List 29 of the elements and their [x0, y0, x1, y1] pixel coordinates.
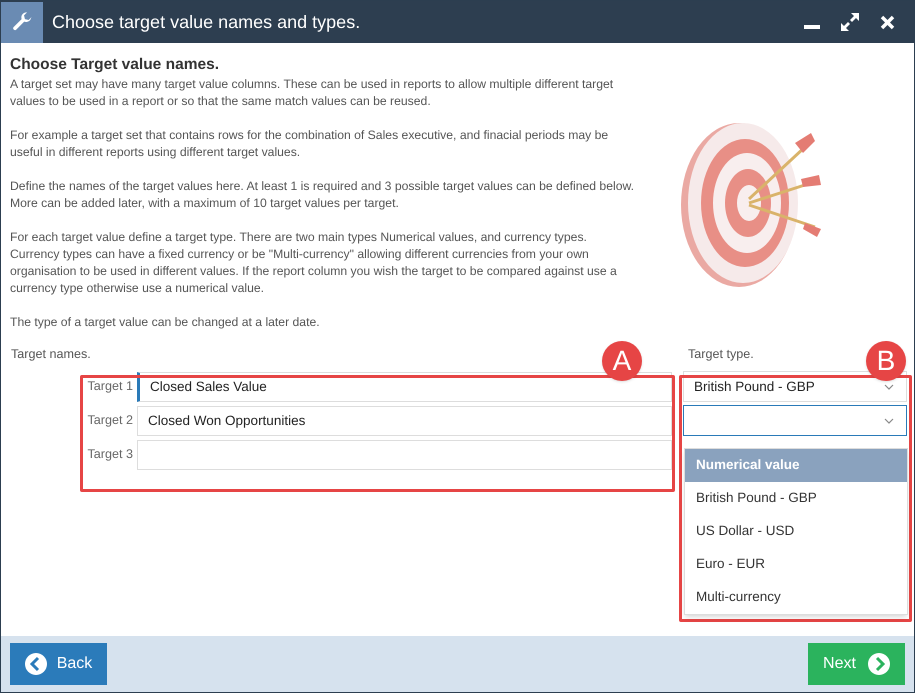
arrow-left-icon [24, 653, 47, 675]
chevron-down-icon [884, 384, 894, 390]
description-paragraph: Define the names of the target values here. At least 1 is required and 3 possible target values can be defined below. More can be added later, with a maximum of 10 target values per target. [10, 178, 635, 212]
description-paragraph: A target set may have many target value columns. These can be used in reports to allow multiple different target values to be used in a report or so that the same match values can be reused. [10, 76, 614, 110]
maximize-icon[interactable] [840, 12, 860, 32]
dropdown-option[interactable]: Multi-currency [685, 581, 907, 614]
target-label: Target 1 [86, 378, 134, 396]
target-names-label: Target names. [11, 347, 91, 361]
chevron-down-icon [884, 418, 894, 424]
annotation-badge: A [602, 341, 642, 381]
target-type-label: Target type. [688, 346, 754, 363]
dropdown-option[interactable]: US Dollar - USD [685, 515, 907, 548]
target-label: Target 2 [86, 412, 134, 430]
section-heading: Choose Target value names. [10, 55, 220, 75]
type-select[interactable] [683, 405, 907, 436]
description-paragraph: The type of a target value can be changed at a later date. [10, 314, 321, 331]
dropdown-option[interactable]: British Pound - GBP [685, 482, 907, 515]
window-title: Choose target value names and types. [52, 10, 362, 34]
dropdown-option[interactable]: Euro - EUR [685, 548, 907, 581]
wrench-icon [11, 11, 33, 33]
description-paragraph: For each target value define a target type. There are two main types Numerical values, and currency types. Currency types can have a fixed currency or be "Multi-currency" allowing different currencies from your own organisation to be used in different values. If the report column you wish the target to be compared against use a currency type otherwise use a numerical value. [10, 229, 618, 297]
back-button[interactable]: Back [10, 643, 107, 685]
name-input-field[interactable]: Closed Won Opportunities [137, 406, 672, 436]
target-label: Target 3 [86, 446, 134, 464]
close-icon[interactable] [880, 14, 895, 30]
name-input-field[interactable] [137, 440, 672, 470]
description-paragraph: For example a target set that contains rows for the combination of Sales executive, and finacial periods may be useful in different reports using different target values. [10, 127, 610, 161]
arrow-right-icon [868, 653, 890, 675]
annotation-badge: B [866, 341, 906, 381]
